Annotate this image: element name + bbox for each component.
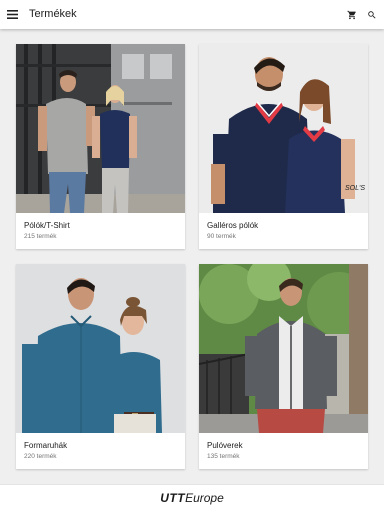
menu-button[interactable] xyxy=(5,7,19,21)
logo-rest-text: Europe xyxy=(185,491,224,505)
brand-mark-text: SOL'S xyxy=(345,185,365,192)
category-name: Pulóverek xyxy=(207,441,243,450)
category-count: 135 termék xyxy=(207,453,240,460)
category-name: Pólók/T-Shirt xyxy=(24,221,70,230)
category-card-sweaters[interactable]: Pulóverek 135 termék xyxy=(199,264,368,469)
category-name: Formaruhák xyxy=(24,441,68,450)
category-card-polos[interactable]: SOL'S Galléros pólók 90 termék xyxy=(199,44,368,249)
category-name: Galléros pólók xyxy=(207,221,259,230)
category-photo-tshirts xyxy=(16,44,185,213)
search-button[interactable] xyxy=(365,8,378,21)
category-photo-polos: SOL'S xyxy=(199,44,368,213)
cart-button[interactable] xyxy=(345,8,358,21)
category-photo-workwear xyxy=(16,264,185,433)
category-count: 220 termék xyxy=(24,453,57,460)
category-photo-sweaters xyxy=(199,264,368,433)
category-count: 90 termék xyxy=(207,233,236,240)
footer: UTTEurope xyxy=(0,484,384,513)
app-bar: Termékek xyxy=(0,0,384,29)
logo-bold-text: UTT xyxy=(160,491,186,505)
utt-europe-logo: UTTEurope xyxy=(0,490,384,506)
page-title: Termékek xyxy=(29,8,77,20)
cart-icon xyxy=(346,10,356,19)
search-icon xyxy=(367,10,376,19)
menu-icon xyxy=(6,9,18,19)
category-count: 215 termék xyxy=(24,233,57,240)
category-card-tshirts[interactable]: Pólók/T-Shirt 215 termék xyxy=(16,44,185,249)
category-card-workwear[interactable]: Formaruhák 220 termék xyxy=(16,264,185,469)
